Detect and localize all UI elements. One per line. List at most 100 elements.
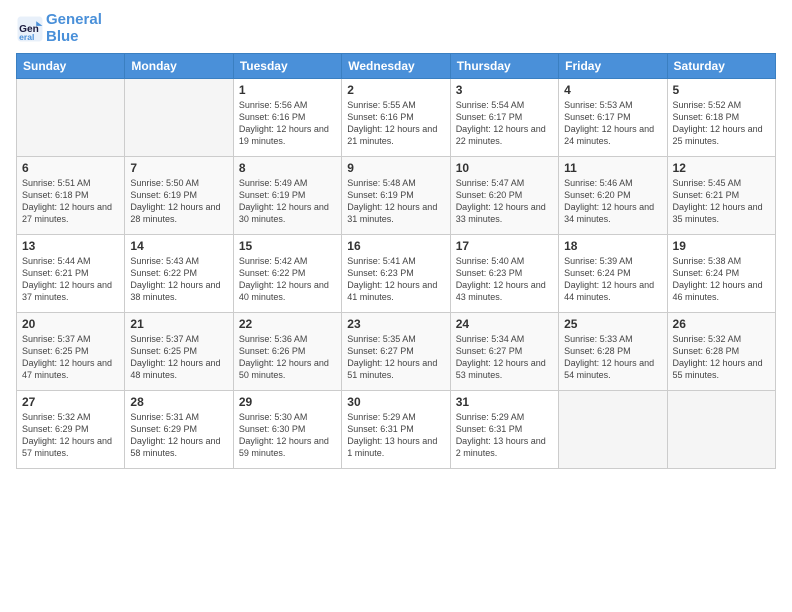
day-number: 31: [456, 395, 553, 409]
day-number: 4: [564, 83, 661, 97]
day-info: Sunrise: 5:46 AM Sunset: 6:20 PM Dayligh…: [564, 177, 661, 226]
day-number: 20: [22, 317, 119, 331]
calendar-table: SundayMondayTuesdayWednesdayThursdayFrid…: [16, 53, 776, 469]
calendar-cell: [667, 391, 775, 469]
day-number: 22: [239, 317, 336, 331]
day-info: Sunrise: 5:31 AM Sunset: 6:29 PM Dayligh…: [130, 411, 227, 460]
day-number: 16: [347, 239, 444, 253]
week-row-5: 27 Sunrise: 5:32 AM Sunset: 6:29 PM Dayli…: [17, 391, 776, 469]
day-info: Sunrise: 5:47 AM Sunset: 6:20 PM Dayligh…: [456, 177, 553, 226]
calendar-cell: 5Sunrise: 5:52 AM Sunset: 6:18 PM Daylig…: [667, 79, 775, 157]
day-info: Sunrise: 5:32 AM Sunset: 6:29 PM Dayligh…: [22, 411, 119, 460]
svg-text:eral: eral: [19, 31, 34, 41]
calendar-cell: 2 Sunrise: 5:55 AM Sunset: 6:16 PM Daylig…: [342, 79, 450, 157]
calendar-cell: 21 Sunrise: 5:37 AM Sunset: 6:25 PM Dayli…: [125, 313, 233, 391]
day-info: Sunrise: 5:41 AM Sunset: 6:23 PM Dayligh…: [347, 255, 444, 304]
day-info: Sunrise: 5:51 AM Sunset: 6:18 PM Dayligh…: [22, 177, 119, 226]
day-info: Sunrise: 5:32 AM Sunset: 6:28 PM Dayligh…: [673, 333, 770, 382]
calendar-cell: 7Sunrise: 5:50 AM Sunset: 6:19 PM Daylig…: [125, 157, 233, 235]
weekday-header-sunday: Sunday: [17, 54, 125, 79]
day-info: Sunrise: 5:42 AM Sunset: 6:22 PM Dayligh…: [239, 255, 336, 304]
calendar-cell: 14Sunrise: 5:43 AM Sunset: 6:22 PM Dayli…: [125, 235, 233, 313]
day-info: Sunrise: 5:39 AM Sunset: 6:24 PM Dayligh…: [564, 255, 661, 304]
day-info: Sunrise: 5:37 AM Sunset: 6:25 PM Dayligh…: [22, 333, 119, 382]
calendar-cell: 4Sunrise: 5:53 AM Sunset: 6:17 PM Daylig…: [559, 79, 667, 157]
day-number: 10: [456, 161, 553, 175]
day-number: 23: [347, 317, 444, 331]
calendar-cell: 8 Sunrise: 5:49 AM Sunset: 6:19 PM Daylig…: [233, 157, 341, 235]
calendar-cell: [125, 79, 233, 157]
day-info: Sunrise: 5:43 AM Sunset: 6:22 PM Dayligh…: [130, 255, 227, 304]
day-number: 12: [673, 161, 770, 175]
calendar-cell: 16 Sunrise: 5:41 AM Sunset: 6:23 PM Dayli…: [342, 235, 450, 313]
day-number: 30: [347, 395, 444, 409]
calendar-cell: 3 Sunrise: 5:54 AM Sunset: 6:17 PM Daylig…: [450, 79, 558, 157]
logo-icon: Gen eral: [16, 15, 44, 43]
day-number: 27: [22, 395, 119, 409]
weekday-header-wednesday: Wednesday: [342, 54, 450, 79]
calendar-cell: 6Sunrise: 5:51 AM Sunset: 6:18 PM Daylig…: [17, 157, 125, 235]
weekday-header-friday: Friday: [559, 54, 667, 79]
day-number: 2: [347, 83, 444, 97]
logo-text-line1: General: [46, 12, 102, 29]
day-info: Sunrise: 5:37 AM Sunset: 6:25 PM Dayligh…: [130, 333, 227, 382]
day-info: Sunrise: 5:29 AM Sunset: 6:31 PM Dayligh…: [347, 411, 444, 460]
day-number: 21: [130, 317, 227, 331]
day-number: 15: [239, 239, 336, 253]
calendar-cell: 29 Sunrise: 5:30 AM Sunset: 6:30 PM Dayli…: [233, 391, 341, 469]
day-number: 26: [673, 317, 770, 331]
day-number: 18: [564, 239, 661, 253]
calendar-cell: 15 Sunrise: 5:42 AM Sunset: 6:22 PM Dayli…: [233, 235, 341, 313]
calendar-cell: [17, 79, 125, 157]
calendar-cell: 1 Sunrise: 5:56 AM Sunset: 6:16 PM Daylig…: [233, 79, 341, 157]
week-row-3: 13 Sunrise: 5:44 AM Sunset: 6:21 PM Dayli…: [17, 235, 776, 313]
day-number: 9: [347, 161, 444, 175]
calendar-cell: 23 Sunrise: 5:35 AM Sunset: 6:27 PM Dayli…: [342, 313, 450, 391]
calendar-cell: 11 Sunrise: 5:46 AM Sunset: 6:20 PM Dayli…: [559, 157, 667, 235]
day-number: 29: [239, 395, 336, 409]
day-info: Sunrise: 5:33 AM Sunset: 6:28 PM Dayligh…: [564, 333, 661, 382]
day-number: 13: [22, 239, 119, 253]
day-info: Sunrise: 5:29 AM Sunset: 6:31 PM Dayligh…: [456, 411, 553, 460]
week-row-4: 20 Sunrise: 5:37 AM Sunset: 6:25 PM Dayli…: [17, 313, 776, 391]
day-number: 5: [673, 83, 770, 97]
day-info: Sunrise: 5:56 AM Sunset: 6:16 PM Dayligh…: [239, 99, 336, 148]
day-info: Sunrise: 5:55 AM Sunset: 6:16 PM Dayligh…: [347, 99, 444, 148]
day-number: 3: [456, 83, 553, 97]
header: Gen eral General Blue: [16, 12, 776, 45]
day-info: Sunrise: 5:54 AM Sunset: 6:17 PM Dayligh…: [456, 99, 553, 148]
day-info: Sunrise: 5:40 AM Sunset: 6:23 PM Dayligh…: [456, 255, 553, 304]
calendar-cell: 9 Sunrise: 5:48 AM Sunset: 6:19 PM Daylig…: [342, 157, 450, 235]
day-info: Sunrise: 5:48 AM Sunset: 6:19 PM Dayligh…: [347, 177, 444, 226]
calendar-cell: 27 Sunrise: 5:32 AM Sunset: 6:29 PM Dayli…: [17, 391, 125, 469]
page: Gen eral General Blue SundayMondayTuesda…: [0, 0, 792, 612]
logo: Gen eral General Blue: [16, 12, 102, 45]
day-info: Sunrise: 5:44 AM Sunset: 6:21 PM Dayligh…: [22, 255, 119, 304]
day-info: Sunrise: 5:30 AM Sunset: 6:30 PM Dayligh…: [239, 411, 336, 460]
day-number: 24: [456, 317, 553, 331]
weekday-header-thursday: Thursday: [450, 54, 558, 79]
week-row-2: 6Sunrise: 5:51 AM Sunset: 6:18 PM Daylig…: [17, 157, 776, 235]
calendar-cell: 22Sunrise: 5:36 AM Sunset: 6:26 PM Dayli…: [233, 313, 341, 391]
calendar-cell: 28 Sunrise: 5:31 AM Sunset: 6:29 PM Dayli…: [125, 391, 233, 469]
weekday-header-saturday: Saturday: [667, 54, 775, 79]
calendar-cell: 12Sunrise: 5:45 AM Sunset: 6:21 PM Dayli…: [667, 157, 775, 235]
calendar-cell: 26 Sunrise: 5:32 AM Sunset: 6:28 PM Dayli…: [667, 313, 775, 391]
calendar-cell: 13 Sunrise: 5:44 AM Sunset: 6:21 PM Dayli…: [17, 235, 125, 313]
calendar-cell: 19Sunrise: 5:38 AM Sunset: 6:24 PM Dayli…: [667, 235, 775, 313]
logo-text-line2: Blue: [46, 29, 102, 46]
week-row-1: 1 Sunrise: 5:56 AM Sunset: 6:16 PM Daylig…: [17, 79, 776, 157]
day-number: 1: [239, 83, 336, 97]
calendar-cell: 18 Sunrise: 5:39 AM Sunset: 6:24 PM Dayli…: [559, 235, 667, 313]
day-number: 11: [564, 161, 661, 175]
weekday-header-monday: Monday: [125, 54, 233, 79]
weekday-header-tuesday: Tuesday: [233, 54, 341, 79]
day-number: 8: [239, 161, 336, 175]
day-number: 19: [673, 239, 770, 253]
day-info: Sunrise: 5:35 AM Sunset: 6:27 PM Dayligh…: [347, 333, 444, 382]
day-info: Sunrise: 5:34 AM Sunset: 6:27 PM Dayligh…: [456, 333, 553, 382]
calendar-cell: 30 Sunrise: 5:29 AM Sunset: 6:31 PM Dayli…: [342, 391, 450, 469]
day-number: 17: [456, 239, 553, 253]
day-number: 28: [130, 395, 227, 409]
day-info: Sunrise: 5:49 AM Sunset: 6:19 PM Dayligh…: [239, 177, 336, 226]
